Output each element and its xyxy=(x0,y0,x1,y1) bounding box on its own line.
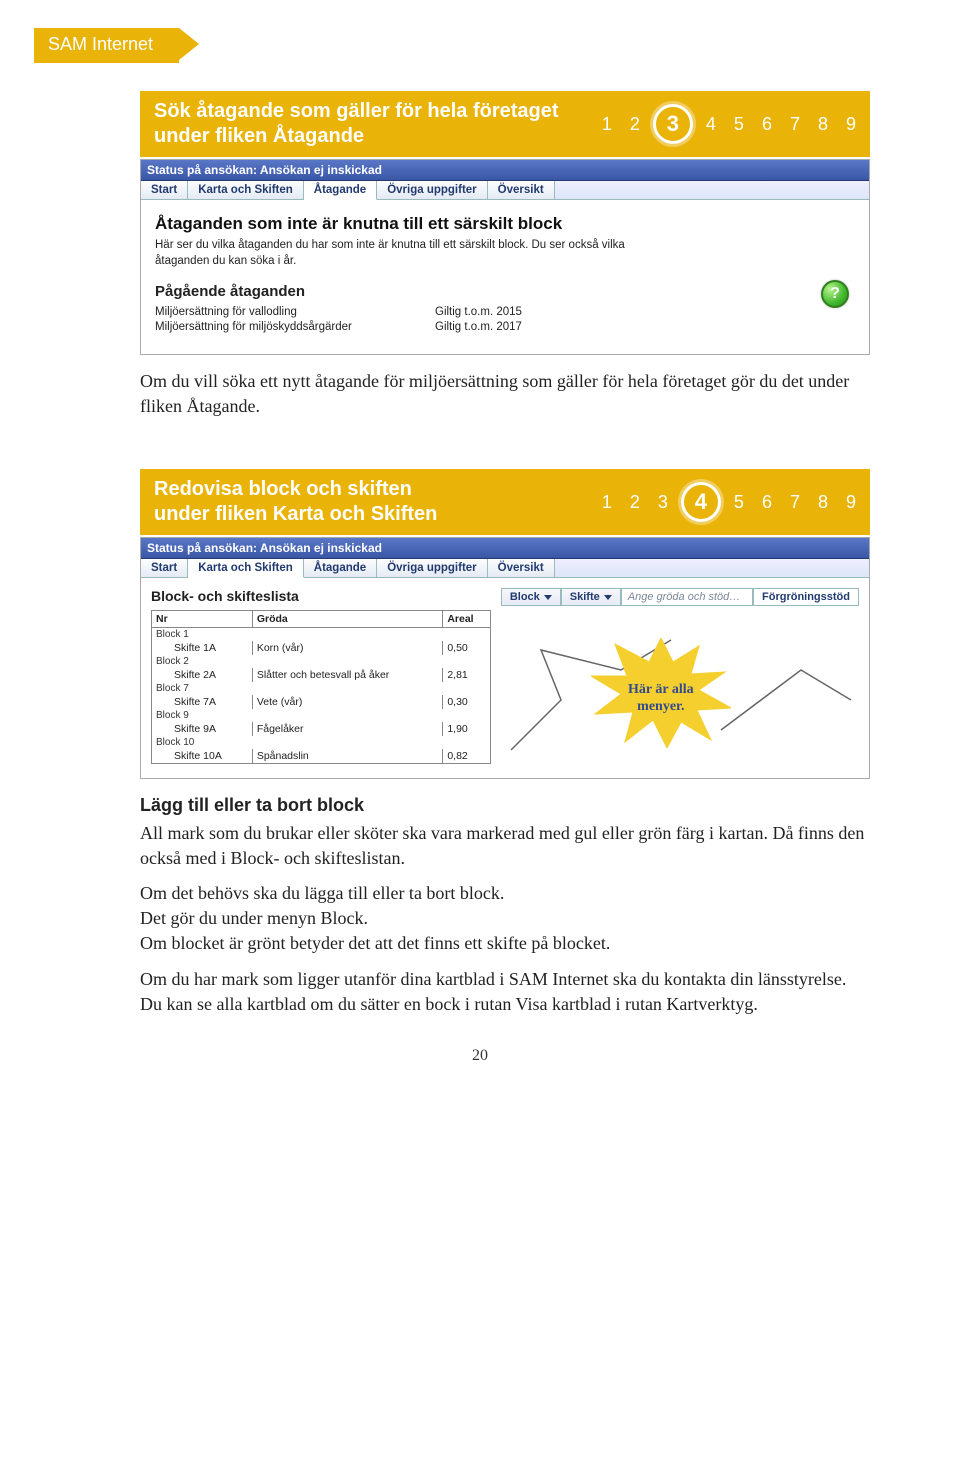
tab2-start[interactable]: Start xyxy=(141,559,188,577)
table-row: Block 9 xyxy=(152,709,491,722)
tab-ovriga[interactable]: Övriga uppgifter xyxy=(377,181,487,199)
step-1b: 1 xyxy=(602,492,612,513)
page-number: 20 xyxy=(0,1047,960,1065)
table-row: Block 7 xyxy=(152,682,491,695)
status-bar2: Status på ansökan: Ansökan ej inskickad xyxy=(141,538,869,559)
window-heading: Åtaganden som inte är knutna till ett sä… xyxy=(155,214,855,234)
callout-burst: Här är alla menyer. xyxy=(591,638,731,748)
atagande-row-1: Miljöersättning för vallodling Giltig t.… xyxy=(155,306,855,318)
step-9: 9 xyxy=(846,114,856,135)
section-title-line1: Sök åtagande som gäller för hela företag… xyxy=(154,99,559,124)
step-7b: 7 xyxy=(790,492,800,513)
help-icon[interactable]: ? xyxy=(821,280,849,308)
tab-row2: Start Karta och Skiften Åtagande Övriga … xyxy=(141,559,869,578)
chevron-down-icon xyxy=(544,595,552,600)
chevron-down-icon xyxy=(604,595,612,600)
toolbar-forgroning[interactable]: Förgröningsstöd xyxy=(753,588,859,606)
tab2-ovriga[interactable]: Övriga uppgifter xyxy=(377,559,487,577)
section2-p5: Om du har mark som ligger utanför dina k… xyxy=(140,967,870,992)
step-6b: 6 xyxy=(762,492,772,513)
list-title: Block- och skifteslista xyxy=(151,588,491,604)
step-2: 2 xyxy=(630,114,640,135)
step-1: 1 xyxy=(602,114,612,135)
section1-paragraph: Om du vill söka ett nytt åtagande för mi… xyxy=(140,369,870,419)
toolbar-block-dropdown[interactable]: Block xyxy=(501,588,561,606)
table-row: Skifte 10A Spånadslin 0,82 xyxy=(152,749,491,764)
step-2b: 2 xyxy=(630,492,640,513)
status-bar: Status på ansökan: Ansökan ej inskickad xyxy=(141,160,869,181)
stepper: 1 2 3 4 5 6 7 8 9 xyxy=(602,109,856,139)
col-groda: Gröda xyxy=(252,611,443,628)
app-window-karta: Status på ansökan: Ansökan ej inskickad … xyxy=(140,537,870,779)
section-title-line2: under fliken Åtagande xyxy=(154,124,559,149)
step-5: 5 xyxy=(734,114,744,135)
step-7: 7 xyxy=(790,114,800,135)
section-banner-4: Redovisa block och skiften under fliken … xyxy=(140,469,870,535)
table-row: Block 1 xyxy=(152,628,491,642)
section2-p1: All mark som du brukar eller sköter ska … xyxy=(140,821,870,871)
step-4b-active: 4 xyxy=(686,487,716,517)
toolbar-groda-input[interactable]: Ange gröda och stöd… xyxy=(621,588,753,606)
step-4: 4 xyxy=(706,114,716,135)
section2-p4: Om blocket är grönt betyder det att det … xyxy=(140,931,870,956)
atagande-row-2: Miljöersättning för miljöskyddsårgärder … xyxy=(155,321,855,333)
section2-p2: Om det behövs ska du lägga till eller ta… xyxy=(140,881,870,906)
col-nr: Nr xyxy=(152,611,253,628)
section2-subheading: Lägg till eller ta bort block xyxy=(140,793,870,818)
table-row: Skifte 2A Slåtter och betesvall på åker … xyxy=(152,668,491,682)
table-row: Skifte 7A Vete (vår) 0,30 xyxy=(152,695,491,709)
section2-p6: Du kan se alla kartblad om du sätter en … xyxy=(140,992,870,1017)
tab-karta[interactable]: Karta och Skiften xyxy=(188,181,304,199)
tab-oversikt[interactable]: Översikt xyxy=(488,181,555,199)
window-subheading: Pågående åtaganden xyxy=(155,283,855,300)
section2-title-line1: Redovisa block och skiften xyxy=(154,477,437,502)
step-9b: 9 xyxy=(846,492,856,513)
table-row: Skifte 1A Korn (vår) 0,50 xyxy=(152,641,491,655)
tab2-karta[interactable]: Karta och Skiften xyxy=(188,559,304,578)
step-8: 8 xyxy=(818,114,828,135)
tab-start[interactable]: Start xyxy=(141,181,188,199)
table-row: Block 2 xyxy=(152,655,491,668)
step-5b: 5 xyxy=(734,492,744,513)
table-row: Skifte 9A Fågelåker 1,90 xyxy=(152,722,491,736)
toolbar-skifte-dropdown[interactable]: Skifte xyxy=(561,588,621,606)
step-3b: 3 xyxy=(658,492,668,513)
table-row: Block 10 xyxy=(152,736,491,749)
step-3-active: 3 xyxy=(658,109,688,139)
col-areal: Areal xyxy=(443,611,491,628)
section-banner-3: Sök åtagande som gäller för hela företag… xyxy=(140,91,870,157)
map-area: Här är alla menyer. xyxy=(501,610,859,760)
tab-row: Start Karta och Skiften Åtagande Övriga … xyxy=(141,181,869,200)
section2-p3: Det gör du under menyn Block. xyxy=(140,906,870,931)
skiften-table: Nr Gröda Areal Block 1 Skifte 1A Korn (v… xyxy=(151,610,491,764)
step-6: 6 xyxy=(762,114,772,135)
app-window-atagande: Status på ansökan: Ansökan ej inskickad … xyxy=(140,159,870,355)
step-8b: 8 xyxy=(818,492,828,513)
map-toolbar: Block Skifte Ange gröda och stöd… Förgrö… xyxy=(501,588,859,606)
breadcrumb-tab: SAM Internet xyxy=(34,28,179,63)
window-desc: Här ser du vilka åtaganden du har som in… xyxy=(155,238,625,269)
section2-title-line2: under fliken Karta och Skiften xyxy=(154,502,437,527)
stepper2: 1 2 3 4 5 6 7 8 9 xyxy=(602,487,856,517)
tab2-oversikt[interactable]: Översikt xyxy=(488,559,555,577)
tab2-atagande[interactable]: Åtagande xyxy=(304,559,377,577)
tab-atagande[interactable]: Åtagande xyxy=(304,181,377,200)
